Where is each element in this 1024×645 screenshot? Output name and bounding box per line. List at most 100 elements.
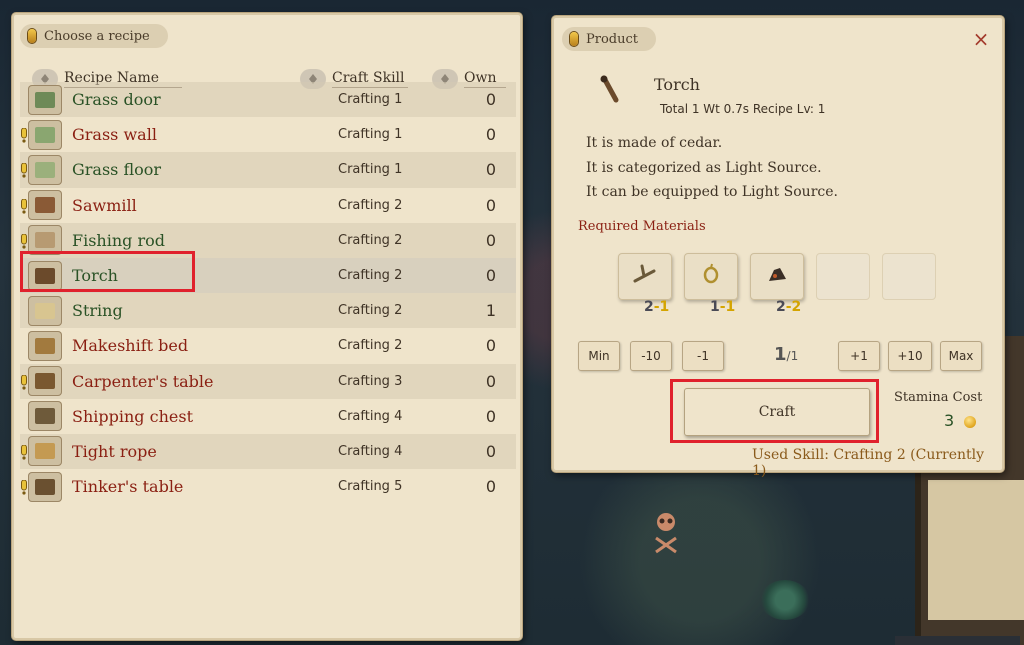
- bush-sprite: [760, 580, 810, 620]
- close-button[interactable]: ×: [972, 29, 990, 49]
- grass-floor-icon: [28, 154, 62, 185]
- tinkers-table-icon: [28, 471, 62, 502]
- torch-icon: [28, 260, 62, 291]
- recipe-craft-skill: Crafting 1: [338, 92, 403, 108]
- recipe-own-count: 0: [485, 90, 496, 110]
- quantity-max-button[interactable]: Max: [940, 341, 982, 371]
- recipe-row[interactable]: Tight rope Crafting 4 0: [20, 433, 516, 470]
- recipe-own-count: 0: [485, 336, 496, 356]
- used-skill-text: Used Skill: Crafting 2 (Currently 1): [752, 447, 985, 479]
- recipe-craft-skill: Crafting 1: [338, 162, 403, 178]
- recipe-own-count: 0: [485, 441, 496, 461]
- alert-icon: [21, 479, 27, 495]
- recipe-craft-skill: Crafting 3: [338, 373, 403, 389]
- quantity-plus10-button[interactable]: +10: [888, 341, 932, 371]
- grass-wall-icon: [28, 119, 62, 150]
- quantity-current: 1: [774, 344, 787, 365]
- recipe-row[interactable]: Fishing rod Crafting 2 0: [20, 222, 516, 258]
- recipe-row[interactable]: Makeshift bed Crafting 2 0: [20, 328, 516, 363]
- recipe-name: Tinker's table: [72, 477, 184, 497]
- recipe-craft-skill: Crafting 4: [338, 443, 403, 459]
- recipe-own-count: 0: [485, 406, 496, 426]
- material-slot-empty: [882, 253, 936, 300]
- recipe-name: Sawmill: [72, 195, 137, 215]
- product-name: Torch: [654, 75, 700, 94]
- recipe-row[interactable]: Grass door Crafting 1 0: [20, 82, 516, 118]
- recipe-row[interactable]: Tinker's table Crafting 5 0: [20, 469, 516, 504]
- recipe-own-count: 0: [485, 195, 496, 215]
- alert-icon: [21, 162, 27, 178]
- material-have: 1: [710, 299, 720, 315]
- skull-bones-icon: [655, 513, 677, 554]
- required-materials-label: Required Materials: [578, 219, 706, 234]
- recipe-craft-skill: Crafting 2: [338, 197, 403, 213]
- recipe-craft-skill: Crafting 5: [338, 479, 403, 495]
- quantity-display: 1/1: [774, 344, 798, 365]
- craft-button[interactable]: Craft: [684, 388, 870, 436]
- quantity-max-suffix: /1: [786, 349, 799, 363]
- material-slot-empty: [816, 253, 870, 300]
- stamina-cost-label: Stamina Cost: [894, 390, 983, 405]
- string-icon: [28, 295, 62, 326]
- recipe-name: Tight rope: [72, 441, 157, 461]
- material-count-string: 1-1: [710, 299, 735, 315]
- sawmill-icon: [28, 190, 62, 221]
- material-slot-string[interactable]: [684, 253, 738, 300]
- product-panel-title: Product: [586, 31, 638, 47]
- recipe-craft-skill: Crafting 1: [338, 127, 403, 143]
- makeshift-bed-icon: [28, 330, 62, 361]
- material-slot-stone[interactable]: [750, 253, 804, 300]
- recipe-name: Shipping chest: [72, 406, 193, 426]
- recipe-row[interactable]: Grass wall Crafting 1 0: [20, 117, 516, 152]
- recipe-name: Grass door: [72, 90, 161, 110]
- material-count-wood: 2-1: [644, 299, 669, 315]
- description-line: It is made of cedar.: [586, 135, 723, 151]
- material-have: 2: [644, 299, 654, 315]
- carpenters-table-icon: [28, 366, 62, 397]
- recipe-own-count: 0: [485, 160, 496, 180]
- recipe-name: Grass wall: [72, 125, 157, 145]
- material-have: 2: [776, 299, 786, 315]
- recipe-own-count: 0: [485, 266, 496, 286]
- recipe-craft-skill: Crafting 2: [338, 232, 403, 248]
- recipe-row[interactable]: Carpenter's table Crafting 3 0: [20, 363, 516, 399]
- recipe-row[interactable]: Sawmill Crafting 2 0: [20, 188, 516, 223]
- recipe-row[interactable]: String Crafting 2 1: [20, 293, 516, 329]
- shipping-chest-icon: [28, 401, 62, 432]
- recipe-row[interactable]: Torch Crafting 2 0: [20, 257, 516, 294]
- quantity-plus1-button[interactable]: +1: [838, 341, 880, 371]
- recipe-name: Fishing rod: [72, 230, 166, 250]
- stone-lump-icon: [769, 268, 786, 281]
- description-line: It can be equipped to Light Source.: [586, 184, 838, 200]
- product-panel-tab: Product: [562, 27, 656, 51]
- recipe-panel: Choose a recipe Recipe Name Craft Skill …: [12, 13, 522, 640]
- recipe-craft-skill: Crafting 2: [338, 268, 403, 284]
- recipe-own-count: 0: [485, 477, 496, 497]
- material-slot-wood[interactable]: [618, 253, 672, 300]
- recipe-row[interactable]: Shipping chest Crafting 4 0: [20, 399, 516, 434]
- alert-icon: [21, 444, 27, 460]
- string-coil-icon: [703, 263, 719, 284]
- stamina-coin-icon: [964, 416, 976, 428]
- recipe-name: String: [72, 301, 123, 321]
- recipe-craft-skill: Crafting 2: [338, 303, 403, 319]
- recipe-panel-title: Choose a recipe: [44, 28, 150, 44]
- alert-icon: [21, 374, 27, 390]
- hotbar-edge: [895, 636, 1020, 645]
- quantity-minus10-button[interactable]: -10: [630, 341, 672, 371]
- description-line: It is categorized as Light Source.: [586, 159, 822, 176]
- alert-icon: [21, 127, 27, 143]
- recipe-own-count: 0: [485, 230, 496, 250]
- material-need: -1: [653, 299, 670, 315]
- recipe-name: Torch: [72, 266, 118, 286]
- recipe-own-count: 0: [485, 125, 496, 145]
- recipe-name: Carpenter's table: [72, 371, 214, 391]
- material-need: -2: [785, 299, 802, 315]
- quantity-min-button[interactable]: Min: [578, 341, 620, 371]
- recipe-name: Makeshift bed: [72, 336, 189, 356]
- alert-icon: [21, 233, 27, 249]
- recipe-row[interactable]: Grass floor Crafting 1 0: [20, 152, 516, 188]
- wood-branch-icon: [633, 264, 656, 283]
- recipe-craft-skill: Crafting 4: [338, 408, 403, 424]
- quantity-minus1-button[interactable]: -1: [682, 341, 724, 371]
